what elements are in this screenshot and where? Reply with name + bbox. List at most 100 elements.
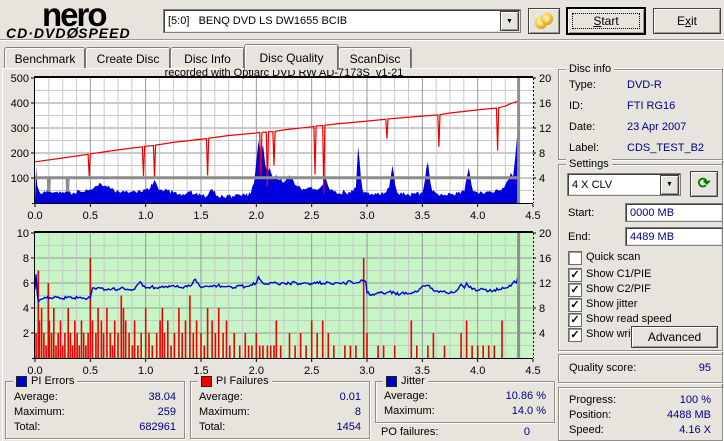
svg-text:2.5: 2.5 <box>304 210 319 222</box>
speed-select-dropdown-button[interactable]: ▼ <box>660 174 679 195</box>
svg-text:8: 8 <box>23 253 29 265</box>
end-position-field[interactable]: 4489 MB <box>625 227 723 246</box>
svg-text:1.0: 1.0 <box>138 210 153 222</box>
pi-failures-swatch-icon <box>201 375 212 387</box>
tab-disc-quality[interactable]: Disc Quality <box>244 44 339 70</box>
advanced-button[interactable]: Advanced <box>631 326 718 348</box>
tab-create-disc[interactable]: Create Disc <box>85 47 171 69</box>
exit-button[interactable]: Exit <box>653 8 721 34</box>
svg-text:6: 6 <box>23 278 29 290</box>
stat-value: 38.04 <box>148 391 176 403</box>
svg-text:300: 300 <box>11 123 29 135</box>
stat-label: Total: <box>14 421 41 433</box>
pi-errors-swatch-icon <box>16 375 27 387</box>
chevron-down-icon: ▼ <box>666 181 673 188</box>
svg-text:100: 100 <box>11 173 29 185</box>
discs-icon <box>534 13 554 29</box>
tab-benchmark[interactable]: Benchmark <box>4 47 86 69</box>
stat-value: 259 <box>157 406 176 418</box>
svg-text:8: 8 <box>539 303 545 315</box>
speed-value: 4.16 X <box>679 424 711 436</box>
jitter-swatch-icon <box>386 375 397 387</box>
disc-label-value: CDS_TEST_B2 <box>627 142 705 154</box>
svg-text:2.5: 2.5 <box>304 365 319 377</box>
header-divider <box>0 39 724 41</box>
check-icon: ✓ <box>570 269 580 281</box>
show-c2-pif-checkbox[interactable]: ✓ <box>568 283 582 297</box>
svg-text:12: 12 <box>539 123 551 135</box>
speed-select-value: 4 X CLV <box>572 178 613 191</box>
jitter-legend: Jitter <box>383 375 428 387</box>
svg-text:3.0: 3.0 <box>359 365 374 377</box>
svg-text:3.0: 3.0 <box>359 210 374 222</box>
disc-info-title: Disc info <box>566 63 615 75</box>
check-icon: ✓ <box>570 284 580 296</box>
settings-box: Settings 4 X CLV ▼ ⟳ Start: 0000 MB End:… <box>558 158 723 351</box>
svg-text:4.5: 4.5 <box>525 210 540 222</box>
stat-label: Maximum: <box>14 406 65 418</box>
disc-type-value: DVD-R <box>627 79 662 91</box>
quality-score-label: Quality score: <box>569 362 637 374</box>
svg-text:2.0: 2.0 <box>249 210 264 222</box>
check-icon: ✓ <box>570 329 580 341</box>
speed-select[interactable]: 4 X CLV ▼ <box>567 173 681 196</box>
svg-text:3.5: 3.5 <box>415 210 430 222</box>
svg-text:200: 200 <box>11 148 29 160</box>
check-icon: ✓ <box>570 314 580 326</box>
disc-id-value: FTI RG16 <box>627 100 676 112</box>
stat-label: Average: <box>14 391 58 403</box>
svg-text:1.5: 1.5 <box>193 210 208 222</box>
svg-text:1.0: 1.0 <box>138 365 153 377</box>
svg-text:4.0: 4.0 <box>470 210 485 222</box>
pi-errors-stats-box: PI Errors Average: 38.04 Maximum: 259 Tota… <box>5 375 185 439</box>
svg-text:20: 20 <box>539 73 551 85</box>
refresh-icon: ⟳ <box>697 175 711 192</box>
svg-text:0.5: 0.5 <box>83 365 98 377</box>
show-jitter-checkbox[interactable]: ✓ <box>568 298 582 312</box>
po-failures-value: 0 <box>523 426 530 438</box>
quick-scan-checkbox[interactable]: ✓ <box>568 251 582 265</box>
position-value: 4488 MB <box>666 409 711 421</box>
svg-text:8: 8 <box>539 148 545 160</box>
refresh-button[interactable]: ⟳ <box>690 171 718 197</box>
tab-disc-info[interactable]: Disc Info <box>170 47 245 69</box>
end-field-label: End: <box>568 231 591 243</box>
svg-text:0.0: 0.0 <box>27 210 42 222</box>
progress-value: 100 % <box>679 394 711 406</box>
drive-select-value: [5:0] BENQ DVD LS DW1655 BCIB <box>168 15 348 27</box>
stat-value: 682961 <box>139 421 176 433</box>
disc-info-button[interactable] <box>528 8 560 34</box>
chevron-down-icon: ▼ <box>506 17 513 25</box>
nero-cd-dvd-speed-window: nero CD·DVDØSPEED [5:0] BENQ DVD LS DW16… <box>0 0 724 441</box>
svg-text:4: 4 <box>539 328 545 340</box>
svg-text:20: 20 <box>539 228 551 240</box>
svg-text:500: 500 <box>11 73 29 85</box>
svg-text:10: 10 <box>17 228 29 240</box>
svg-text:16: 16 <box>539 98 551 110</box>
pi-errors-chart: 500 400 300 200 100 20 16 12 8 4 0.0 0.5 1.0 1.5 2.0 2.… <box>11 73 552 222</box>
start-button[interactable]: Start <box>567 8 645 34</box>
show-write-speed-checkbox[interactable]: ✓ <box>568 328 582 342</box>
svg-text:4: 4 <box>539 173 545 185</box>
svg-text:12: 12 <box>539 278 551 290</box>
svg-text:400: 400 <box>11 98 29 110</box>
svg-text:4: 4 <box>23 303 29 315</box>
pif-jitter-chart: 108642201612840.0 0.5 1.0 1.5 2.0 2.5 3.0 3.5 4.… <box>17 228 552 377</box>
pi-errors-legend: PI Errors <box>13 375 78 387</box>
nero-logo: nero CD·DVDØSPEED <box>6 0 162 42</box>
pi-failures-legend: PI Failures <box>198 375 272 387</box>
drive-select[interactable]: [5:0] BENQ DVD LS DW1655 BCIB ▼ <box>163 9 521 33</box>
start-position-field[interactable]: 0000 MB <box>625 203 723 222</box>
jitter-stats-box: Jitter Average: 10.86 % Maximum: 14.0 % <box>375 375 555 423</box>
quality-score-box: Quality score: 95 <box>558 354 723 383</box>
drive-select-dropdown-button[interactable]: ▼ <box>500 11 519 31</box>
disc-info-box: Disc info Type: DVD-R ID: FTI RG16 Date: 23… <box>558 63 723 160</box>
svg-text:16: 16 <box>539 253 551 265</box>
show-read-speed-checkbox[interactable]: ✓ <box>568 313 582 327</box>
tab-scandisc[interactable]: ScanDisc <box>338 47 412 69</box>
svg-text:2: 2 <box>23 328 29 340</box>
progress-box: Progress: 100 % Position: 4488 MB Speed: 4.… <box>558 387 723 441</box>
show-c1-pie-checkbox[interactable]: ✓ <box>568 268 582 282</box>
svg-text:4.5: 4.5 <box>525 365 540 377</box>
svg-text:4.0: 4.0 <box>470 365 485 377</box>
